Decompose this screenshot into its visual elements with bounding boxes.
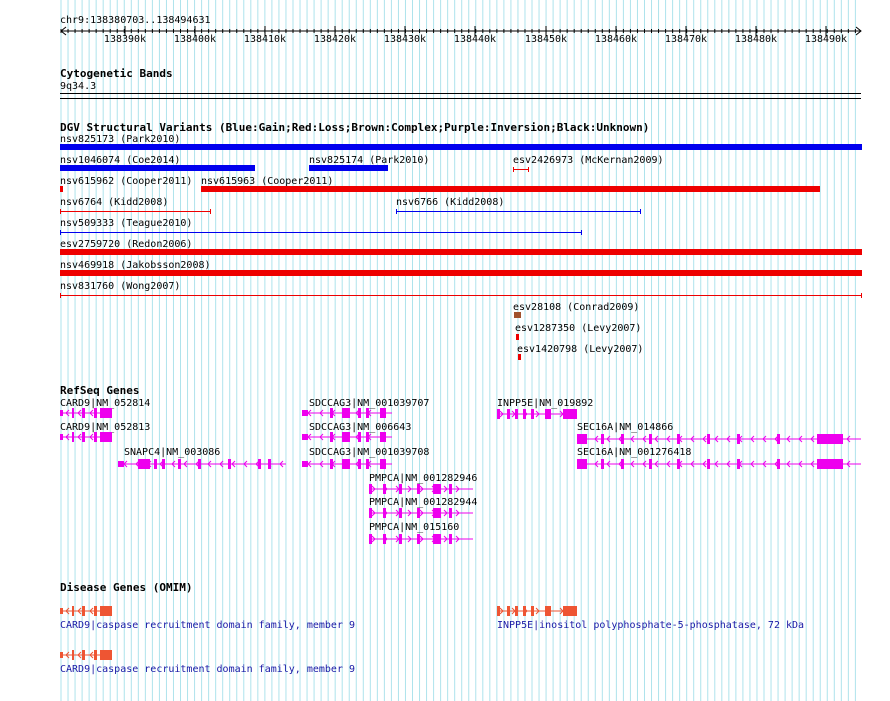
- dgv-variant-bar[interactable]: [396, 209, 641, 215]
- dgv-variant-bar[interactable]: [518, 354, 521, 360]
- dgv-variant-label[interactable]: nsv6766 (Kidd2008): [396, 197, 504, 208]
- dgv-variant-label[interactable]: nsv6764 (Kidd2008): [60, 197, 168, 208]
- ruler-tick-label: 138390k: [103, 34, 147, 45]
- omim-gene-label[interactable]: CARD9|caspase recruitment domain family,…: [60, 620, 355, 631]
- cytoband-line: [60, 93, 861, 94]
- dgv-variant-bar[interactable]: [60, 230, 582, 236]
- ruler-tick-label: 138430k: [383, 34, 427, 45]
- dgv-variant-bar[interactable]: [60, 249, 862, 255]
- dgv-variant-bar[interactable]: [60, 144, 862, 150]
- dgv-variant-label[interactable]: esv1287350 (Levy2007): [515, 323, 641, 334]
- ruler-tick-label: 138470k: [664, 34, 708, 45]
- refseq-gene-glyph[interactable]: [497, 408, 577, 420]
- refseq-track-title: RefSeq Genes: [60, 384, 140, 397]
- dgv-variant-bar[interactable]: [60, 186, 63, 192]
- omim-gene-glyph[interactable]: [60, 605, 112, 617]
- dgv-variant-bar[interactable]: [60, 270, 862, 276]
- dgv-variant-label[interactable]: esv28108 (Conrad2009): [513, 302, 639, 313]
- refseq-gene-label[interactable]: SEC16A|NM_014866: [577, 422, 673, 433]
- ruler-tick-label: 138400k: [173, 34, 217, 45]
- refseq-gene-glyph[interactable]: [60, 431, 112, 443]
- refseq-gene-label[interactable]: SDCCAG3|NM_001039708: [309, 447, 429, 458]
- track-grid: [60, 0, 856, 701]
- refseq-gene-label[interactable]: PMPCA|NM_015160: [369, 522, 459, 533]
- dgv-variant-label[interactable]: nsv509333 (Teague2010): [60, 218, 192, 229]
- dgv-variant-bar[interactable]: [514, 312, 521, 318]
- refseq-gene-glyph[interactable]: [302, 407, 392, 419]
- refseq-gene-glyph[interactable]: [302, 431, 392, 443]
- omim-gene-glyph[interactable]: [497, 605, 577, 617]
- ruler-tick-label: 138450k: [524, 34, 568, 45]
- ruler-tick-label: 138490k: [804, 34, 848, 45]
- refseq-gene-glyph[interactable]: [577, 433, 861, 445]
- dgv-track-title: DGV Structural Variants (Blue:Gain;Red:L…: [60, 121, 650, 134]
- refseq-gene-glyph[interactable]: [577, 458, 861, 470]
- refseq-gene-glyph[interactable]: [369, 533, 473, 545]
- dgv-variant-bar[interactable]: [201, 186, 820, 192]
- ruler-tick-label: 138410k: [243, 34, 287, 45]
- ruler-tick-label: 138460k: [594, 34, 638, 45]
- ruler-tick-label: 138480k: [734, 34, 778, 45]
- dgv-variant-bar[interactable]: [516, 334, 519, 340]
- dgv-variant-bar[interactable]: [309, 165, 388, 171]
- dgv-variant-label[interactable]: nsv615962 (Cooper2011): [60, 176, 192, 187]
- omim-gene-glyph[interactable]: [60, 649, 112, 661]
- dgv-variant-bar[interactable]: [60, 293, 862, 299]
- refseq-gene-label[interactable]: SNAPC4|NM_003086: [124, 447, 220, 458]
- ruler-tick-label: 138440k: [453, 34, 497, 45]
- dgv-variant-bar[interactable]: [60, 209, 211, 215]
- dgv-variant-bar[interactable]: [60, 165, 255, 171]
- omim-gene-label[interactable]: CARD9|caspase recruitment domain family,…: [60, 664, 355, 675]
- dgv-variant-label[interactable]: esv2426973 (McKernan2009): [513, 155, 664, 166]
- ruler-tick-label: 138420k: [313, 34, 357, 45]
- refseq-gene-glyph[interactable]: [118, 458, 286, 470]
- refseq-gene-glyph[interactable]: [369, 483, 473, 495]
- dgv-variant-label[interactable]: esv1420798 (Levy2007): [517, 344, 643, 355]
- refseq-gene-label[interactable]: SEC16A|NM_001276418: [577, 447, 691, 458]
- cytoband-line: [60, 98, 861, 99]
- refseq-gene-glyph[interactable]: [60, 407, 112, 419]
- refseq-gene-glyph[interactable]: [369, 507, 473, 519]
- cytoband-label: 9q34.3: [60, 81, 97, 92]
- omim-gene-label[interactable]: INPP5E|inositol polyphosphate-5-phosphat…: [497, 620, 804, 631]
- cytoband-track-title: Cytogenetic Bands: [60, 67, 173, 80]
- dgv-variant-label[interactable]: nsv831760 (Wong2007): [60, 281, 180, 292]
- omim-track-title: Disease Genes (OMIM): [60, 581, 193, 594]
- refseq-gene-glyph[interactable]: [302, 458, 392, 470]
- dgv-variant-bar[interactable]: [513, 167, 529, 173]
